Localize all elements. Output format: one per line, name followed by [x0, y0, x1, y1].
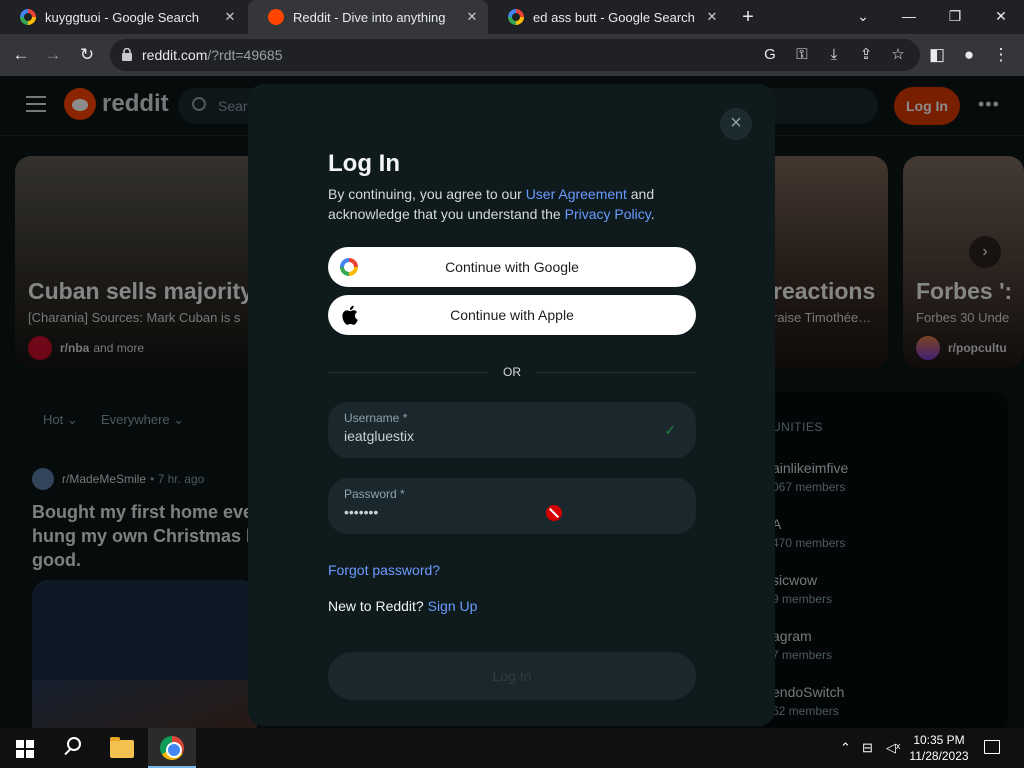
username-field[interactable]: Username * ieatgluestix ✓	[328, 402, 696, 458]
url-host: reddit.com	[142, 47, 208, 63]
tab-close-icon[interactable]: ✕	[464, 9, 480, 25]
tab-close-icon[interactable]: ✕	[704, 9, 720, 25]
windows-start-icon[interactable]	[16, 740, 34, 758]
new-tab-button[interactable]: +	[736, 6, 760, 28]
login-modal: × Log In By continuing, you agree to our…	[248, 84, 775, 726]
side-panel-icon[interactable]: ◧	[926, 44, 948, 66]
menu-icon[interactable]: ⋮	[990, 44, 1012, 66]
close-window-button[interactable]: ✕	[986, 6, 1016, 26]
not-allowed-cursor-icon	[546, 505, 562, 521]
sign-up-link[interactable]: Sign Up	[428, 598, 478, 614]
address-bar[interactable]: reddit.com/?rdt=49685 G ⚿ ⤓ ⇪ ☆	[110, 39, 920, 71]
terms-prefix: By continuing, you agree to our	[328, 186, 526, 202]
terms-suffix: .	[650, 206, 655, 222]
tab-search-dropdown-icon[interactable]: ⌄	[848, 6, 878, 26]
forgot-password-link[interactable]: Forgot password?	[328, 562, 440, 578]
privacy-policy-link[interactable]: Privacy Policy	[565, 206, 651, 222]
notification-center-icon[interactable]	[984, 740, 1000, 754]
reload-button[interactable]: ↻	[76, 44, 98, 66]
terms-text: By continuing, you agree to our User Agr…	[328, 184, 688, 224]
google-favicon-icon	[20, 9, 36, 25]
modal-title: Log In	[328, 150, 400, 177]
username-value[interactable]: ieatgluestix	[344, 428, 414, 444]
profile-icon[interactable]: ●	[958, 44, 980, 66]
tab-reddit[interactable]: Reddit - Dive into anything ✕	[248, 0, 488, 34]
password-field[interactable]: Password * •••••••	[328, 478, 696, 534]
tab-google-search-2[interactable]: ed ass butt - Google Search ✕	[488, 0, 728, 34]
valid-check-icon: ✓	[664, 422, 676, 438]
signup-prefix: New to Reddit?	[328, 598, 428, 614]
browser-toolbar: ← → ↻ reddit.com/?rdt=49685 G ⚿ ⤓ ⇪ ☆ ◧ …	[0, 34, 1024, 76]
google-button-label: Continue with Google	[445, 259, 579, 275]
file-explorer-icon[interactable]	[110, 737, 134, 758]
clock-time: 10:35 PM	[913, 733, 965, 747]
clock-date: 11/28/2023	[909, 749, 969, 763]
url-path: /?rdt=49685	[207, 47, 283, 63]
apple-button-label: Continue with Apple	[450, 307, 574, 323]
signup-prompt: New to Reddit? Sign Up	[328, 598, 477, 614]
screen: kuyggtuoi - Google Search ✕ Reddit - Div…	[0, 0, 1024, 768]
windows-taskbar: ⌃ ⊟ ◁ˣ 10:35 PM 11/28/2023	[0, 728, 1024, 768]
volume-muted-icon[interactable]: ◁ˣ	[886, 740, 900, 756]
url-text[interactable]: reddit.com/?rdt=49685	[142, 47, 282, 63]
continue-with-google-button[interactable]: Continue with Google	[328, 247, 696, 287]
tab-title: kuyggtuoi - Google Search	[45, 9, 199, 25]
or-divider: OR	[328, 364, 696, 380]
back-button[interactable]: ←	[10, 44, 32, 66]
chrome-icon	[160, 736, 184, 760]
login-submit-button[interactable]: Log In	[328, 652, 696, 700]
browser-tab-strip: kuyggtuoi - Google Search ✕ Reddit - Div…	[0, 0, 1024, 34]
share-icon[interactable]: ⇪	[856, 45, 876, 65]
lock-icon[interactable]	[122, 48, 132, 61]
star-icon[interactable]: ☆	[888, 45, 908, 65]
tab-close-icon[interactable]: ✕	[222, 9, 238, 25]
network-icon[interactable]: ⊟	[862, 740, 873, 756]
restore-button[interactable]: ❐	[940, 6, 970, 26]
key-icon[interactable]: ⚿	[792, 45, 812, 65]
username-label: Username *	[344, 411, 408, 425]
password-value[interactable]: •••••••	[344, 504, 378, 520]
chevron-up-icon[interactable]: ⌃	[840, 740, 851, 756]
google-favicon-icon	[508, 9, 524, 25]
user-agreement-link[interactable]: User Agreement	[526, 186, 627, 202]
continue-with-apple-button[interactable]: Continue with Apple	[328, 295, 696, 335]
tab-google-search-1[interactable]: kuyggtuoi - Google Search ✕	[0, 0, 246, 34]
google-lens-icon[interactable]: G	[760, 45, 780, 65]
reddit-page: reddit Search Reddit Log In ••• Cuban se…	[0, 76, 1024, 728]
install-icon[interactable]: ⤓	[824, 45, 844, 65]
reddit-favicon-icon	[268, 9, 284, 25]
system-clock[interactable]: 10:35 PM 11/28/2023	[906, 732, 972, 764]
close-icon[interactable]: ×	[720, 108, 752, 140]
tab-title: ed ass butt - Google Search	[533, 9, 695, 25]
forward-button[interactable]: →	[42, 44, 64, 66]
minimize-button[interactable]: —	[894, 6, 924, 26]
or-label: OR	[503, 365, 521, 379]
tab-title: Reddit - Dive into anything	[293, 9, 446, 25]
chrome-taskbar-button[interactable]	[148, 728, 196, 768]
search-icon[interactable]	[62, 736, 84, 758]
password-label: Password *	[344, 487, 405, 501]
